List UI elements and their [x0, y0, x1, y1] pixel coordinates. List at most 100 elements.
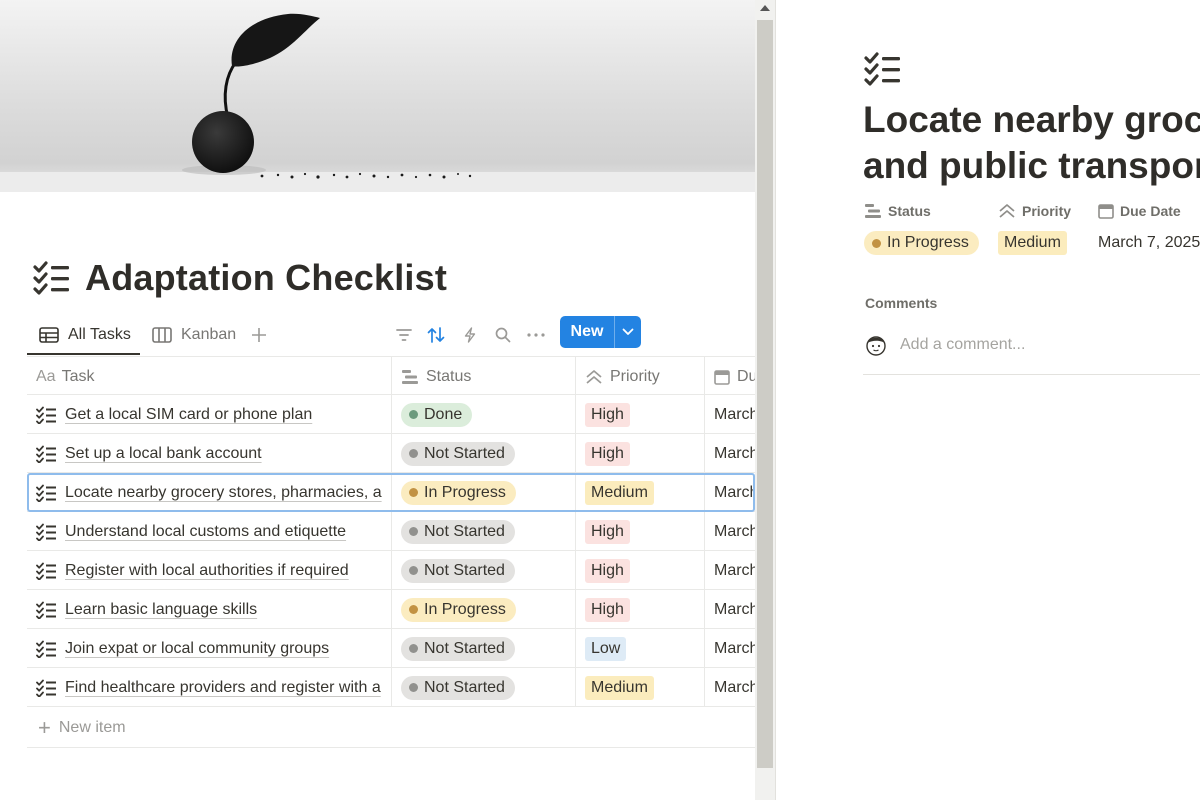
status-cell[interactable]: In Progress [392, 590, 576, 629]
task-name[interactable]: Locate nearby grocery stores, pharmacies… [65, 484, 382, 502]
automation-button[interactable] [458, 323, 482, 347]
priority-tag[interactable]: High [585, 402, 630, 427]
status-cell[interactable]: Not Started [392, 512, 576, 551]
priority-tag[interactable]: High [585, 558, 630, 583]
priority-tag[interactable]: Low [585, 636, 627, 661]
priority-tag[interactable]: High [585, 441, 630, 466]
new-item-button[interactable]: + New item [27, 708, 755, 748]
property-priority-header[interactable]: Priority [998, 201, 1071, 221]
table-row[interactable]: Set up a local bank account Not Started Hi… [27, 434, 755, 473]
due-date-cell[interactable]: March [705, 434, 755, 473]
property-status-header[interactable]: Status [864, 201, 931, 221]
task-cell[interactable]: Join expat or local community groups [27, 629, 392, 668]
add-view-button[interactable] [247, 323, 271, 347]
scrollbar[interactable] [755, 0, 775, 800]
task-cell[interactable]: Understand local customs and etiquette [27, 512, 392, 551]
priority-cell[interactable]: Medium [576, 473, 705, 512]
column-header-priority[interactable]: Priority [576, 357, 705, 396]
priority-cell[interactable]: Low [576, 629, 705, 668]
priority-tag[interactable]: Medium [998, 231, 1067, 255]
due-date-cell[interactable]: March [705, 395, 755, 434]
new-button-label: New [570, 323, 604, 340]
priority-tag[interactable]: Medium [585, 480, 654, 505]
status-badge[interactable]: In Progress [864, 231, 979, 255]
comment-composer[interactable]: Add a comment... [864, 330, 1200, 360]
property-due-date-header[interactable]: Due Date [1098, 201, 1181, 221]
table-row[interactable]: Learn basic language skills In Progress Hi… [27, 590, 755, 629]
table-row[interactable]: Locate nearby grocery stores, pharmacies… [27, 473, 755, 512]
task-title[interactable]: Locate nearby groc and public transpor [863, 97, 1200, 189]
more-button[interactable] [524, 323, 548, 347]
due-date-cell[interactable]: March [705, 629, 755, 668]
checklist-icon [36, 679, 56, 697]
task-name[interactable]: Get a local SIM card or phone plan [65, 406, 312, 424]
tasks-table: Aa Task Status Priority Du Get a local S… [27, 356, 755, 707]
status-cell[interactable]: Not Started [392, 434, 576, 473]
new-button-dropdown[interactable] [615, 328, 641, 336]
priority-cell[interactable]: High [576, 395, 705, 434]
due-date-cell[interactable]: March [705, 668, 755, 707]
status-badge[interactable]: Not Started [401, 675, 515, 700]
due-date-cell[interactable]: March [705, 590, 755, 629]
task-cell[interactable]: Register with local authorities if requi… [27, 551, 392, 590]
scrollbar-thumb[interactable] [757, 20, 773, 768]
status-badge[interactable]: Not Started [401, 519, 515, 544]
task-name[interactable]: Join expat or local community groups [65, 640, 329, 658]
table-row[interactable]: Register with local authorities if requi… [27, 551, 755, 590]
status-badge[interactable]: In Progress [401, 597, 516, 622]
due-date-cell[interactable]: March [705, 473, 755, 512]
table-row[interactable]: Find healthcare providers and register w… [27, 668, 755, 707]
table-row[interactable]: Understand local customs and etiquette No… [27, 512, 755, 551]
table-row[interactable]: Get a local SIM card or phone plan Done Hi… [27, 395, 755, 434]
status-badge[interactable]: In Progress [401, 480, 516, 505]
status-cell[interactable]: Not Started [392, 668, 576, 707]
due-date-text: March 7, 2025 [1098, 234, 1200, 251]
status-cell[interactable]: Done [392, 395, 576, 434]
task-cell[interactable]: Find healthcare providers and register w… [27, 668, 392, 707]
property-priority-value[interactable]: Medium [998, 231, 1067, 255]
task-name[interactable]: Set up a local bank account [65, 445, 262, 463]
property-status-value[interactable]: In Progress [864, 231, 979, 255]
status-cell[interactable]: In Progress [392, 473, 576, 512]
property-due-date-value[interactable]: March 7, 2025 [1098, 231, 1200, 255]
column-header-status[interactable]: Status [392, 357, 576, 396]
task-cell[interactable]: Get a local SIM card or phone plan [27, 395, 392, 434]
search-button[interactable] [491, 323, 515, 347]
status-badge[interactable]: Not Started [401, 441, 515, 466]
due-date-text: March [714, 561, 755, 579]
task-name[interactable]: Find healthcare providers and register w… [65, 679, 381, 697]
due-date-cell[interactable]: March [705, 512, 755, 551]
priority-cell[interactable]: High [576, 434, 705, 473]
task-cell[interactable]: Set up a local bank account [27, 434, 392, 473]
task-cell[interactable]: Locate nearby grocery stores, pharmacies… [27, 473, 392, 512]
task-name[interactable]: Learn basic language skills [65, 601, 257, 619]
tab-kanban[interactable]: Kanban [152, 320, 236, 350]
scroll-up-arrow-icon[interactable] [760, 5, 770, 11]
status-cell[interactable]: Not Started [392, 551, 576, 590]
new-button[interactable]: New [560, 316, 641, 348]
priority-cell[interactable]: High [576, 551, 705, 590]
column-header-due-date[interactable]: Du [705, 357, 755, 396]
priority-cell[interactable]: High [576, 590, 705, 629]
priority-cell[interactable]: High [576, 512, 705, 551]
tab-all-tasks[interactable]: All Tasks [39, 320, 131, 350]
status-badge[interactable]: Not Started [401, 636, 515, 661]
status-cell[interactable]: Not Started [392, 629, 576, 668]
priority-tag[interactable]: High [585, 519, 630, 544]
due-date-cell[interactable]: March [705, 551, 755, 590]
filter-button[interactable] [392, 323, 416, 347]
status-badge-label: In Progress [887, 234, 969, 251]
task-name[interactable]: Understand local customs and etiquette [65, 523, 346, 541]
table-row[interactable]: Join expat or local community groups Not … [27, 629, 755, 668]
priority-cell[interactable]: Medium [576, 668, 705, 707]
priority-tag[interactable]: High [585, 597, 630, 622]
property-due-date-label: Due Date [1120, 203, 1181, 219]
status-badge[interactable]: Done [401, 402, 473, 427]
comment-input[interactable]: Add a comment... [900, 336, 1025, 354]
column-header-task[interactable]: Aa Task [27, 357, 392, 396]
priority-tag[interactable]: Medium [585, 675, 654, 700]
sort-button[interactable] [424, 323, 448, 347]
task-name[interactable]: Register with local authorities if requi… [65, 562, 349, 580]
status-badge[interactable]: Not Started [401, 558, 515, 583]
task-cell[interactable]: Learn basic language skills [27, 590, 392, 629]
